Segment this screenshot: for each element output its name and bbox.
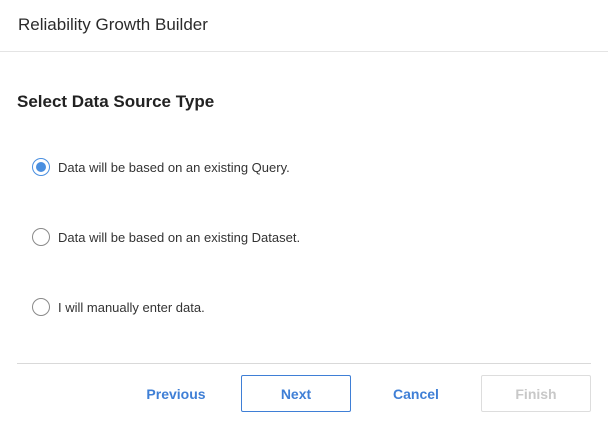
option-label-existing-query: Data will be based on an existing Query. — [58, 159, 290, 175]
option-label-manual-entry: I will manually enter data. — [58, 299, 205, 315]
radio-manual-entry[interactable] — [32, 298, 50, 316]
dialog-header: Reliability Growth Builder — [0, 0, 608, 52]
next-button[interactable]: Next — [241, 375, 351, 412]
section-title: Select Data Source Type — [17, 92, 215, 111]
cancel-button[interactable]: Cancel — [371, 375, 461, 412]
radio-existing-dataset[interactable] — [32, 228, 50, 246]
option-label-existing-dataset: Data will be based on an existing Datase… — [58, 229, 301, 245]
option-manual-entry[interactable]: I will manually enter data. — [32, 297, 205, 317]
option-existing-query[interactable]: Data will be based on an existing Query. — [32, 157, 290, 177]
footer-divider — [17, 363, 591, 364]
previous-button[interactable]: Previous — [131, 375, 221, 412]
finish-button[interactable]: Finish — [481, 375, 591, 412]
reliability-growth-builder-dialog: Reliability Growth Builder Select Data S… — [0, 0, 608, 423]
radio-existing-query[interactable] — [32, 158, 50, 176]
option-existing-dataset[interactable]: Data will be based on an existing Datase… — [32, 227, 300, 247]
dialog-title: Reliability Growth Builder — [18, 15, 208, 34]
